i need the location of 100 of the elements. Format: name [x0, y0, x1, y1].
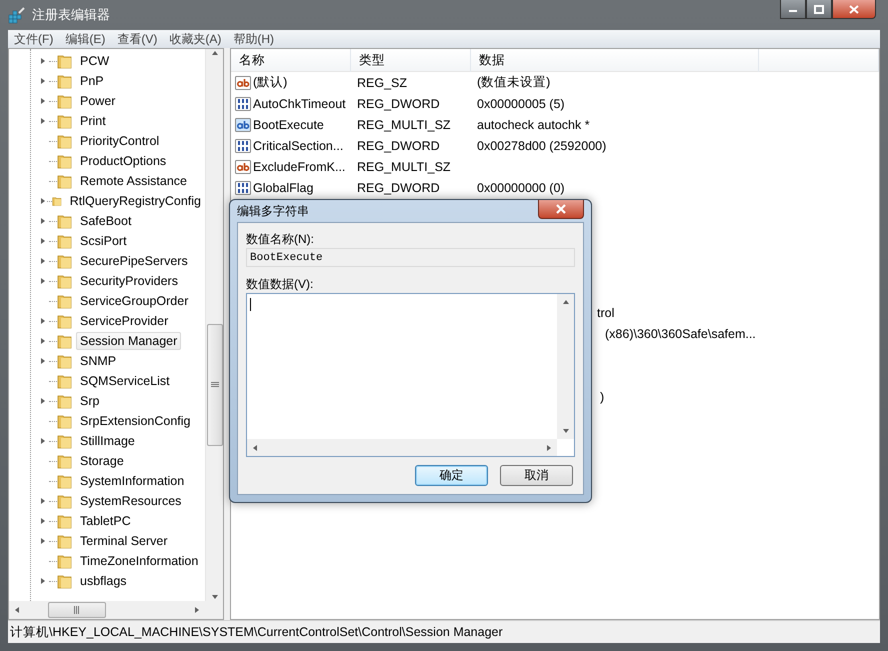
- dialog-button[interactable]: 确定: [415, 465, 488, 486]
- minimize-button[interactable]: [780, 0, 806, 19]
- expand-arrow-icon[interactable]: [39, 197, 47, 205]
- close-icon: [555, 204, 567, 214]
- expand-arrow-icon[interactable]: [39, 57, 47, 65]
- folder-icon: [57, 553, 72, 569]
- folder-icon: [57, 273, 72, 289]
- scroll-left-arrow-icon[interactable]: [251, 444, 259, 452]
- scroll-left-arrow-icon[interactable]: [13, 606, 21, 614]
- menu-item[interactable]: 收藏夹(A): [163, 30, 228, 48]
- folder-icon: [57, 513, 72, 529]
- field-label: 数值名称(N):: [246, 231, 315, 248]
- tree-item[interactable]: usbflags: [76, 572, 131, 590]
- tree-item[interactable]: SystemInformation: [76, 472, 188, 490]
- tree-item[interactable]: PriorityControl: [76, 132, 164, 150]
- value-data: ): [600, 390, 604, 404]
- tree-item[interactable]: Remote Assistance: [76, 172, 191, 190]
- menu-item[interactable]: 帮助(H): [227, 30, 280, 48]
- folder-icon: [57, 533, 72, 549]
- expand-arrow-icon[interactable]: [39, 317, 47, 325]
- tree-item[interactable]: Print: [76, 112, 110, 130]
- tree-item[interactable]: SafeBoot: [76, 212, 136, 230]
- value-type: REG_SZ: [356, 76, 408, 90]
- scroll-up-arrow-icon[interactable]: [562, 298, 570, 306]
- tree-item[interactable]: StillImage: [76, 432, 139, 450]
- horizontal-scrollbar[interactable]: [9, 601, 205, 619]
- close-icon: [849, 4, 859, 14]
- expand-arrow-icon[interactable]: [39, 257, 47, 265]
- expand-arrow-icon[interactable]: [39, 537, 47, 545]
- expand-arrow-icon[interactable]: [39, 497, 47, 505]
- value-name[interactable]: AutoChkTimeout: [231, 96, 351, 112]
- dialog-title: 编辑多字符串: [237, 202, 309, 220]
- expand-arrow-icon[interactable]: [39, 117, 47, 125]
- tree-item[interactable]: Srp: [76, 392, 104, 410]
- expand-arrow-icon[interactable]: [39, 337, 47, 345]
- scroll-down-arrow-icon[interactable]: [562, 427, 570, 435]
- expand-arrow-icon[interactable]: [39, 97, 47, 105]
- expand-arrow-icon[interactable]: [39, 397, 47, 405]
- tree-item[interactable]: SecurePipeServers: [76, 252, 192, 270]
- menu-item[interactable]: 编辑(E): [59, 30, 112, 48]
- close-button[interactable]: [538, 200, 584, 219]
- tree-item[interactable]: Power: [76, 92, 120, 110]
- column-header[interactable]: 类型: [351, 49, 471, 72]
- tree-item[interactable]: TimeZoneInformation: [76, 552, 202, 570]
- tree-item[interactable]: PCW: [76, 52, 114, 70]
- tree-item[interactable]: SystemResources: [76, 492, 186, 510]
- maximize-button[interactable]: [806, 0, 832, 19]
- value-name[interactable]: BootExecute: [231, 116, 351, 132]
- tree-item[interactable]: RtlQueryRegistryConfig: [66, 192, 205, 210]
- tree-item[interactable]: Terminal Server: [76, 532, 172, 550]
- menu-item[interactable]: 文件(F): [8, 30, 60, 48]
- value-name[interactable]: (默认): [231, 74, 351, 91]
- tree-item[interactable]: ServiceGroupOrder: [76, 292, 192, 310]
- vertical-scrollbar[interactable]: [205, 49, 223, 601]
- tree-item[interactable]: ProductOptions: [76, 152, 170, 170]
- dialog-button[interactable]: 取消: [500, 465, 573, 486]
- tree-item[interactable]: SQMServiceList: [76, 372, 174, 390]
- expand-arrow-icon[interactable]: [39, 437, 47, 445]
- expand-arrow-icon[interactable]: [39, 237, 47, 245]
- expand-arrow-icon[interactable]: [39, 277, 47, 285]
- expand-arrow-icon[interactable]: [39, 217, 47, 225]
- folder-icon: [57, 433, 72, 449]
- scroll-down-arrow-icon[interactable]: [210, 593, 218, 601]
- folder-icon: [57, 173, 72, 189]
- tree-item[interactable]: ServiceProvider: [76, 312, 172, 330]
- close-button[interactable]: [832, 0, 876, 19]
- tree-item[interactable]: Session Manager: [76, 332, 182, 350]
- scroll-right-arrow-icon[interactable]: [193, 606, 201, 614]
- expand-arrow-icon[interactable]: [39, 517, 47, 525]
- folder-icon: [57, 313, 72, 329]
- column-header[interactable]: 数据: [471, 49, 759, 72]
- scroll-right-arrow-icon[interactable]: [545, 444, 553, 452]
- scroll-thumb[interactable]: [48, 602, 106, 618]
- folder-icon: [57, 253, 72, 269]
- value-name[interactable]: ExcludeFromK...: [231, 158, 351, 174]
- expand-arrow-icon[interactable]: [39, 577, 47, 585]
- value-data-field[interactable]: [246, 293, 575, 457]
- folder-icon: [57, 413, 72, 429]
- scroll-thumb[interactable]: [206, 324, 222, 446]
- value-data: (x86)\360\360Safe\safem...: [605, 327, 756, 341]
- tree-item[interactable]: TabletPC: [76, 512, 135, 530]
- expand-arrow-icon[interactable]: [39, 77, 47, 85]
- tree-item[interactable]: SecurityProviders: [76, 272, 182, 290]
- tree-item[interactable]: Storage: [76, 452, 128, 470]
- value-name-field[interactable]: BootExecute: [246, 248, 575, 267]
- value-type: REG_MULTI_SZ: [356, 160, 452, 174]
- value-name[interactable]: CriticalSection...: [231, 138, 351, 154]
- folder-icon: [57, 73, 72, 89]
- expand-arrow-icon[interactable]: [39, 357, 47, 365]
- column-header[interactable]: 名称: [231, 49, 351, 72]
- tree-item[interactable]: SNMP: [76, 352, 120, 370]
- field-label: 数值数据(V):: [246, 276, 314, 293]
- scroll-up-arrow-icon[interactable]: [210, 49, 218, 57]
- tree-item[interactable]: PnP: [76, 72, 108, 90]
- tree-item[interactable]: SrpExtensionConfig: [76, 412, 194, 430]
- value-data: 0x00278d00 (2592000): [476, 138, 608, 152]
- menu-item[interactable]: 查看(V): [111, 30, 164, 48]
- value-name[interactable]: GlobalFlag: [231, 180, 351, 196]
- tree-item[interactable]: ScsiPort: [76, 232, 131, 250]
- folder-icon: [57, 573, 72, 589]
